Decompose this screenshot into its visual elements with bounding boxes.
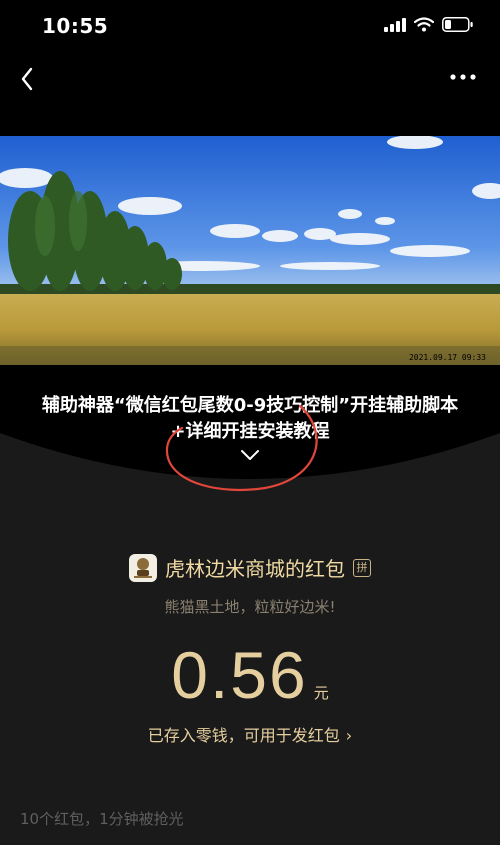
signal-icon [384, 17, 406, 32]
amount-value: 0.56 [171, 638, 308, 712]
saved-text: 已存入零钱，可用于发红包 [147, 726, 340, 745]
greeting-text: 熊猫黑土地，粒粒好边米! [164, 598, 336, 616]
status-time: 10:55 [42, 14, 109, 38]
pin-badge: 拼 [353, 558, 371, 577]
status-bar: 10:55 [0, 0, 500, 52]
annotation-circle [165, 404, 318, 492]
wifi-icon [414, 17, 434, 32]
amount-unit: 元 [313, 684, 329, 702]
sender-name: 虎林边米商城的红包 [165, 557, 345, 581]
photo-timestamp: 2021.09.17 09:33 [409, 353, 486, 362]
sender-row: 虎林边米商城的红包 拼 [0, 553, 500, 582]
amount-row: 0.56 元 [0, 637, 500, 713]
status-icons [384, 17, 474, 32]
saved-to-change-link[interactable]: 已存入零钱，可用于发红包 › [0, 722, 500, 746]
packet-summary: 10个红包，1分钟被抢光 [20, 810, 184, 828]
brand-logo [129, 553, 157, 582]
chevron-right-icon: › [345, 726, 353, 745]
battery-icon [442, 17, 473, 32]
back-chevron-icon[interactable] [14, 63, 40, 95]
cover-image: 2021.09.17 09:33 [0, 136, 500, 365]
nav-bar [0, 55, 500, 105]
more-dots-icon[interactable] [448, 67, 478, 87]
